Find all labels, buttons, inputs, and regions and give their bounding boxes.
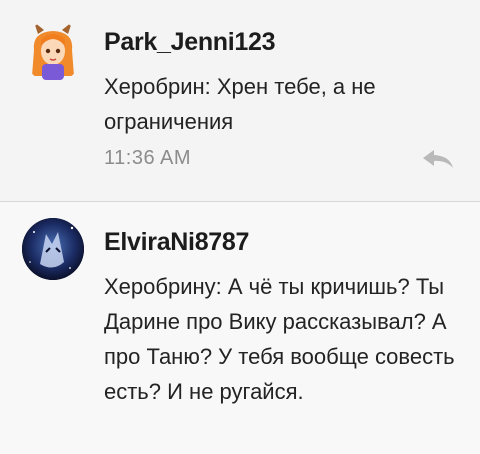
- comment-text: Херобрин: Хрен тебе, а не ограничения: [104, 74, 376, 134]
- comment-text: Херобрину: А чё ты кричишь? Ты Дарине пр…: [104, 274, 455, 404]
- timestamp: 11:36 AM: [104, 147, 192, 169]
- reply-button[interactable]: [420, 146, 456, 172]
- user-avatar[interactable]: [22, 218, 84, 280]
- comment-item: Park_Jenni123 Херобрин: Хрен тебе, а не …: [0, 0, 480, 201]
- cartoon-girl-avatar-icon: [32, 22, 74, 80]
- comment-item: ElviraNi8787 Херобрину: А чё ты кричишь?…: [0, 202, 480, 454]
- username[interactable]: Park_Jenni123: [104, 28, 276, 57]
- user-avatar[interactable]: [22, 20, 84, 82]
- reply-arrow-icon: [423, 150, 453, 168]
- wolf-avatar-icon: [22, 218, 84, 280]
- username[interactable]: ElviraNi8787: [104, 228, 249, 257]
